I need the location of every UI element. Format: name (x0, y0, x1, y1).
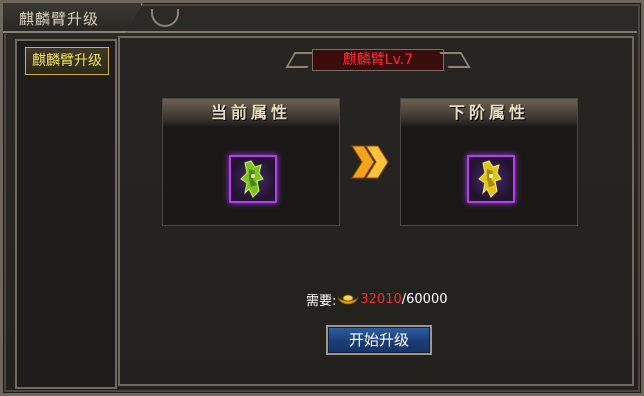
title-ornament (151, 9, 179, 27)
current-item-slot[interactable] (229, 155, 277, 203)
green-qilin-arm-icon (240, 160, 264, 198)
start-upgrade-button[interactable]: 开始升级 (326, 325, 432, 355)
currency-have: 32010 (360, 292, 402, 307)
sidebar-item-qilin-arm-upgrade[interactable]: 麒麟臂升级 (25, 47, 109, 75)
current-attributes-panel: 当前属性 (162, 98, 340, 226)
requirement-row: 需要: 32010/60000 (306, 290, 448, 309)
gold-ingot-icon (337, 294, 360, 304)
main-panel: 麒麟臂Lv.7 当前属性 下阶属性 需要: 32010/60000 开始升级 (118, 36, 634, 386)
next-attributes-title: 下阶属性 (401, 99, 577, 127)
gold-qilin-arm-icon (478, 160, 502, 198)
window-title: 麒麟臂升级 (19, 10, 100, 28)
requirement-label: 需要: (306, 294, 337, 309)
current-attributes-title: 当前属性 (163, 99, 339, 127)
currency-need: 60000 (406, 292, 448, 307)
title-divider (127, 31, 637, 33)
sidebar: 麒麟臂升级 (15, 39, 117, 389)
double-chevron-right-icon (351, 145, 389, 179)
banner-wing-right (439, 52, 471, 68)
next-item-slot[interactable] (467, 155, 515, 203)
level-banner: 麒麟臂Lv.7 (285, 46, 471, 76)
next-attributes-panel: 下阶属性 (400, 98, 578, 226)
level-label: 麒麟臂Lv.7 (312, 49, 444, 71)
